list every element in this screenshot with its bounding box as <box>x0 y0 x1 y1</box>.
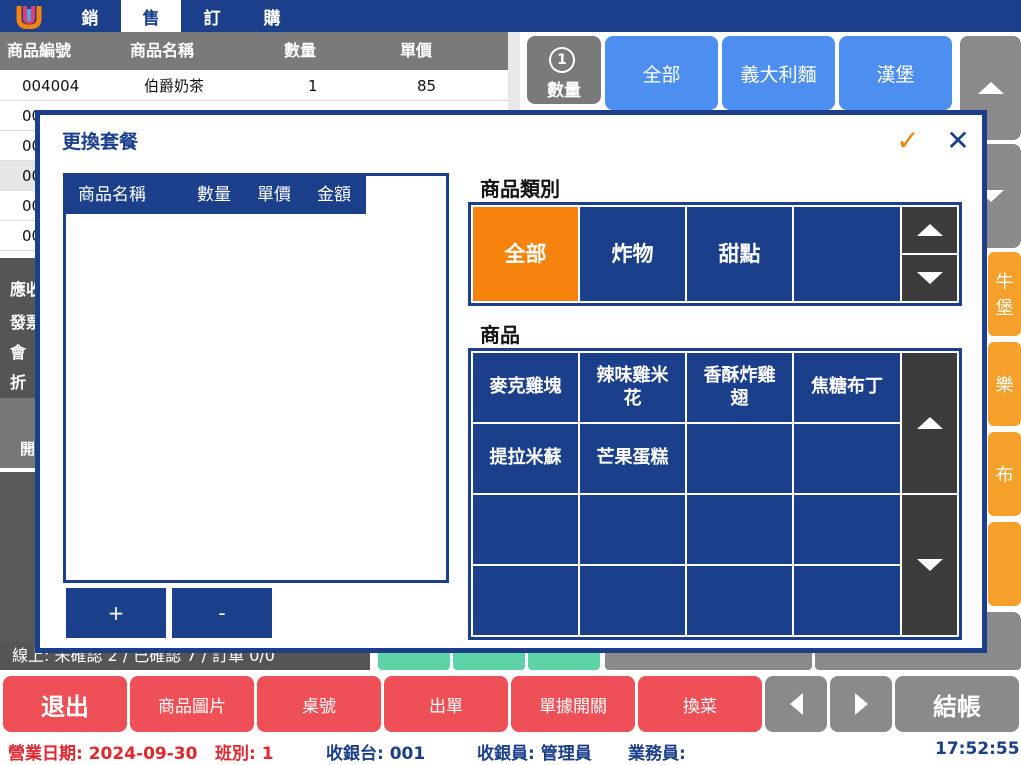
change-combo-dialog: 更換套餐 ✓ ✕ 商品名稱 數量 單價 金額 + - 商品類別 全部 炸物 甜點… <box>35 110 987 653</box>
summary-member: 會 <box>10 343 27 362</box>
tab-sales-2[interactable]: 售 <box>121 0 181 32</box>
product-cell[interactable] <box>687 566 792 635</box>
product-cell[interactable]: 提拉米蘇 <box>473 424 578 493</box>
combo-list-header: 商品名稱 數量 單價 金額 <box>66 176 366 214</box>
prev-page-button[interactable] <box>765 676 827 732</box>
tab-sales-1[interactable]: 銷 <box>60 0 120 32</box>
arrow-left-icon <box>789 693 803 715</box>
clock: 17:52:55 <box>935 739 1020 759</box>
cashier: 收銀員: 管理員 <box>477 744 592 764</box>
product-cell[interactable]: 香酥炸雞翅 <box>687 353 792 422</box>
row-code: 004004 <box>22 77 80 95</box>
product-cell[interactable] <box>580 566 685 635</box>
order-table-header: 商品編號 商品名稱 數量 單價 <box>0 32 508 70</box>
combo-item-list[interactable]: 商品名稱 數量 單價 金額 <box>63 173 449 583</box>
tab-order-2[interactable]: 購 <box>242 0 302 32</box>
product-cell[interactable] <box>473 495 578 564</box>
left-side-panel <box>0 472 40 642</box>
arrow-down-icon <box>916 559 943 571</box>
arrow-right-icon <box>854 693 868 715</box>
category-cell[interactable] <box>794 207 900 301</box>
category-section-title: 商品類別 <box>480 177 560 201</box>
product-cell[interactable] <box>687 424 792 493</box>
product-cell[interactable]: 麥克雞塊 <box>473 353 578 422</box>
category-scroll-up[interactable] <box>902 207 957 253</box>
quantity-badge: 1 <box>549 47 575 73</box>
category-pasta-button[interactable]: 義大利麵 <box>722 36 835 110</box>
arrow-up-icon <box>977 82 1004 94</box>
arrow-up-icon <box>916 417 943 429</box>
category-cell[interactable]: 甜點 <box>687 207 792 301</box>
col-header-qty: 數量 <box>284 41 317 60</box>
minus-button[interactable]: - <box>172 588 272 638</box>
category-all-button[interactable]: 全部 <box>605 36 718 110</box>
confirm-check-icon[interactable]: ✓ <box>892 124 924 157</box>
quantity-label: 數量 <box>547 81 581 101</box>
arrow-up-icon <box>916 224 943 236</box>
product-cell[interactable]: 辣味雞米花 <box>580 353 685 422</box>
status-bar: 營業日期: 2024-09-30 班別: 1 收銀台: 001 收銀員: 管理員… <box>0 735 1021 765</box>
product-button-right-2[interactable]: 樂 <box>988 342 1021 426</box>
product-cell[interactable]: 芒果蛋糕 <box>580 424 685 493</box>
top-bar: 銷 售 訂 購 <box>0 0 1021 32</box>
print-order-button[interactable]: 出單 <box>384 676 508 732</box>
arrow-down-icon <box>916 272 943 284</box>
list-header-name: 商品名稱 <box>78 185 146 205</box>
summary-discount: 折 <box>10 373 27 392</box>
salesperson: 業務員: <box>628 744 686 764</box>
register: 收銀台: 001 <box>326 744 426 764</box>
product-cell[interactable] <box>794 566 900 635</box>
tab-order-1[interactable]: 訂 <box>182 0 242 32</box>
next-page-button[interactable] <box>830 676 892 732</box>
product-cell[interactable]: 焦糖布丁 <box>794 353 900 422</box>
product-cell[interactable] <box>580 495 685 564</box>
col-header-code: 商品編號 <box>7 41 72 60</box>
checkout-button[interactable]: 結帳 <box>895 676 1019 732</box>
product-scroll-up[interactable] <box>902 353 957 493</box>
document-toggle-button[interactable]: 單據開關 <box>511 676 635 732</box>
product-button-right-4[interactable] <box>988 522 1021 606</box>
plus-button[interactable]: + <box>66 588 166 638</box>
product-image-button[interactable]: 商品圖片 <box>130 676 254 732</box>
row-price: 85 <box>417 77 437 95</box>
app-logo-icon <box>14 3 44 30</box>
shift: 班別: 1 <box>215 744 274 764</box>
business-date: 營業日期: 2024-09-30 <box>8 744 198 764</box>
category-cell[interactable]: 炸物 <box>580 207 685 301</box>
table-number-button[interactable]: 桌號 <box>257 676 381 732</box>
product-grid: 麥克雞塊 辣味雞米花 香酥炸雞翅 焦糖布丁 提拉米蘇 芒果蛋糕 <box>468 348 962 640</box>
row-name: 伯爵奶茶 <box>144 77 205 95</box>
product-button-right-1[interactable]: 牛 堡 <box>988 252 1021 336</box>
product-cell[interactable] <box>794 495 900 564</box>
product-cell[interactable] <box>687 495 792 564</box>
category-scroll-down[interactable] <box>902 255 957 301</box>
product-scroll-down[interactable] <box>902 495 957 635</box>
table-row[interactable]: 004004 伯爵奶茶 1 85 <box>0 71 508 101</box>
col-header-price: 單價 <box>400 41 433 60</box>
list-header-amount: 金額 <box>317 185 351 205</box>
exit-button[interactable]: 退出 <box>3 676 127 732</box>
change-dish-button[interactable]: 換菜 <box>638 676 762 732</box>
category-grid: 全部 炸物 甜點 <box>468 202 962 306</box>
list-header-price: 單價 <box>257 185 291 205</box>
col-header-name: 商品名稱 <box>130 41 195 60</box>
close-icon[interactable]: ✕ <box>942 124 974 157</box>
product-button-right-3[interactable]: 布 <box>988 432 1021 516</box>
product-cell[interactable] <box>473 566 578 635</box>
product-cell[interactable] <box>794 424 900 493</box>
quantity-button[interactable]: 1 數量 <box>527 36 601 104</box>
open-drawer-label: 開 <box>20 440 36 458</box>
list-header-qty: 數量 <box>197 185 231 205</box>
category-burger-button[interactable]: 漢堡 <box>839 36 952 110</box>
open-drawer-button[interactable]: 開 <box>0 398 40 468</box>
row-qty: 1 <box>308 77 318 95</box>
category-cell[interactable]: 全部 <box>473 207 578 301</box>
product-section-title: 商品 <box>480 323 520 347</box>
dialog-title: 更換套餐 <box>62 131 139 153</box>
